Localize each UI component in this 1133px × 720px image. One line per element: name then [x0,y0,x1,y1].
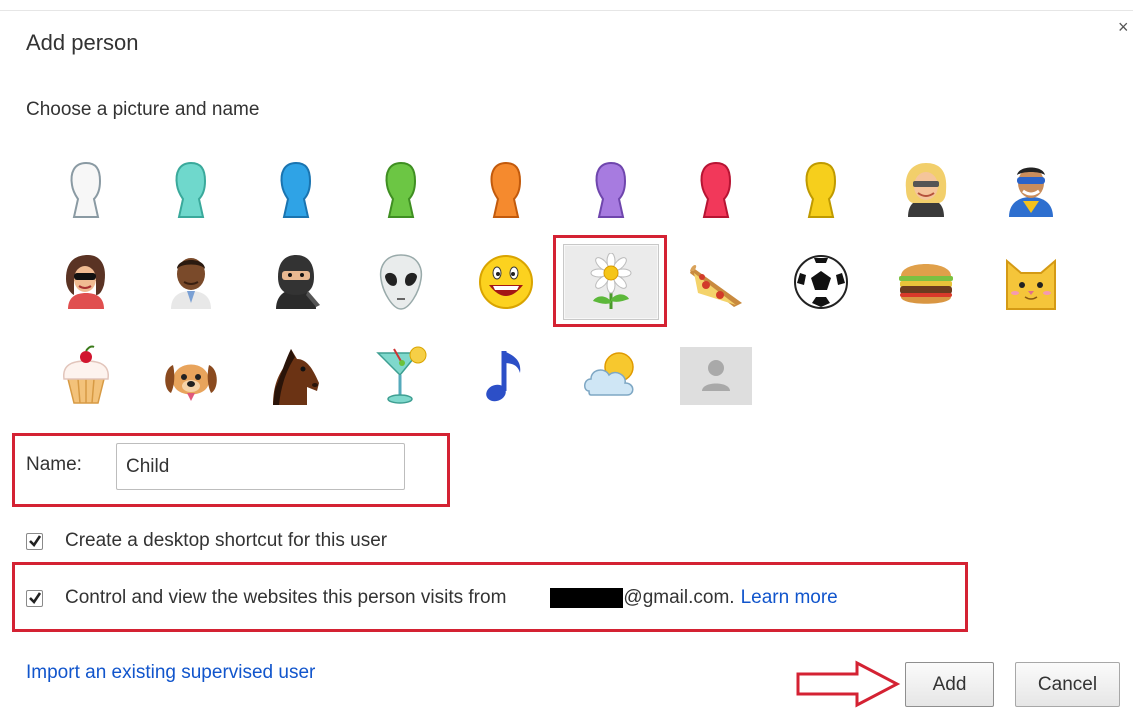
avatar-blue-silhouette[interactable] [248,152,344,228]
avatar-pizza[interactable] [668,244,764,320]
avatar-generic-person[interactable] [668,338,764,414]
orange-silhouette-icon [490,161,522,218]
import-supervised-user-link[interactable]: Import an existing supervised user [26,662,315,684]
checkmark-icon [28,535,41,548]
dialog-title: Add person [26,30,139,55]
supervise-option: Control and view the websites this perso… [26,587,838,609]
woman-sunglasses-icon [66,255,106,309]
avatar-white-silhouette[interactable] [38,152,134,228]
avatar-flower[interactable] [563,244,659,320]
avatar-grid [40,152,1100,414]
generic-person-icon [680,347,752,405]
sun-cloud-icon [584,352,634,396]
white-silhouette-icon [70,161,102,218]
music-note-icon [486,351,521,402]
avatar-purple-silhouette[interactable] [563,152,659,228]
burger-icon [899,264,953,304]
flower-icon [590,253,632,309]
horse-icon [273,349,319,405]
avatar-dog[interactable] [143,338,239,414]
avatar-burger[interactable] [878,244,974,320]
avatar-cat[interactable] [983,244,1079,320]
avatar-music-note[interactable] [458,338,554,414]
soccer-ball-icon [794,255,848,309]
avatar-superhero[interactable] [983,152,1079,228]
supervise-checkbox[interactable] [26,589,43,607]
choose-picture-heading: Choose a picture and name [26,99,260,120]
businesswoman-icon [905,163,947,217]
dog-icon [165,364,217,401]
learn-more-link[interactable]: Learn more [741,587,838,609]
smiley-face-icon [479,255,533,309]
arrow-annotation-icon [796,660,901,708]
supervise-label: Control and view the websites this perso… [65,587,507,608]
avatar-alien[interactable] [353,244,449,320]
purple-silhouette-icon [595,161,627,218]
shortcut-option: Create a desktop shortcut for this user [26,530,387,552]
avatar-woman-sunglasses[interactable] [38,244,134,320]
teal-silhouette-icon [175,161,207,218]
avatar-cupcake[interactable] [38,338,134,414]
redacted-email-user [550,588,624,608]
cancel-button[interactable]: Cancel [1015,662,1120,707]
name-label: Name: [26,454,82,475]
superhero-icon [1009,167,1053,217]
alien-icon [379,254,423,310]
cocktail-icon [376,346,427,404]
avatar-ninja[interactable] [248,244,344,320]
ninja-icon [276,255,320,309]
avatar-teal-silhouette[interactable] [143,152,239,228]
avatar-blonde-businesswoman[interactable] [878,152,974,228]
blue-silhouette-icon [280,161,312,218]
cupcake-icon [63,345,109,404]
avatar-horse[interactable] [248,338,344,414]
man-icon [171,258,211,309]
add-button[interactable]: Add [905,662,994,707]
green-silhouette-icon [385,161,417,218]
dialog-top-border [0,10,1133,11]
avatar-smiley[interactable] [458,244,554,320]
avatar-yellow-silhouette[interactable] [773,152,869,228]
avatar-green-silhouette[interactable] [353,152,449,228]
add-person-dialog: Add person × Choose a picture and name N… [0,0,1133,720]
avatar-man[interactable] [143,244,239,320]
shortcut-label: Create a desktop shortcut for this user [65,530,388,551]
cat-icon [1006,258,1056,310]
yellow-silhouette-icon [805,161,837,218]
shortcut-checkbox[interactable] [26,532,43,550]
checkmark-icon [28,592,41,605]
avatar-orange-silhouette[interactable] [458,152,554,228]
red-silhouette-icon [700,161,732,218]
close-icon[interactable]: × [1118,18,1129,36]
avatar-sun-cloud[interactable] [563,338,659,414]
name-input[interactable] [116,443,405,490]
pizza-icon [690,265,742,307]
email-suffix: @gmail.com. [623,587,735,608]
avatar-cocktail[interactable] [353,338,449,414]
avatar-soccer-ball[interactable] [773,244,869,320]
avatar-red-silhouette[interactable] [668,152,764,228]
